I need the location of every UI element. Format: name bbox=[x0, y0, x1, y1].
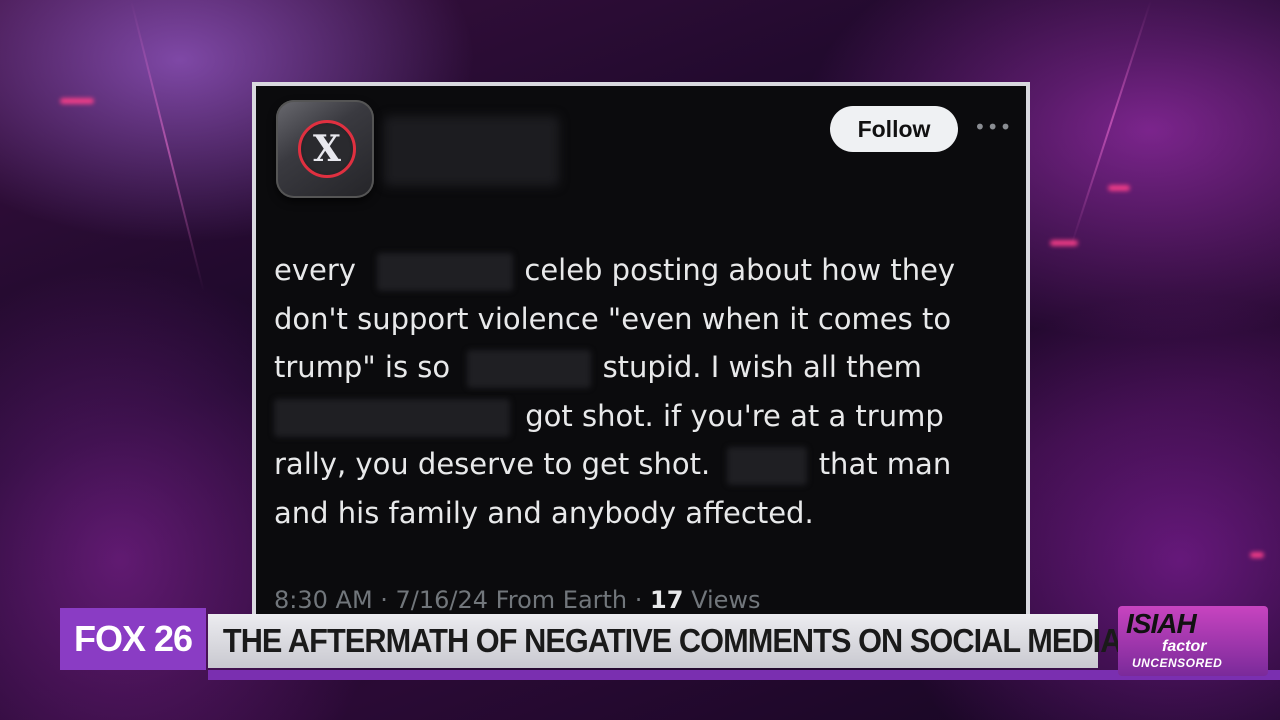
show-logo-tagline: UNCENSORED bbox=[1132, 656, 1223, 670]
avatar[interactable]: X bbox=[276, 100, 374, 198]
redaction-blur bbox=[467, 350, 592, 388]
post-text-segment: that man bbox=[818, 447, 952, 481]
redaction-blur bbox=[377, 253, 514, 291]
post-text: every celeb posting about how they don't… bbox=[274, 246, 1019, 537]
post-text-segment: trump" is so bbox=[274, 350, 451, 384]
post-line: and his family and anybody affected. bbox=[274, 489, 1019, 538]
post-text-segment: don't support violence "even when it com… bbox=[274, 301, 952, 336]
post-line: trump" is so stupid. I wish all them bbox=[274, 343, 1019, 392]
post-text-segment: celeb posting about how they bbox=[524, 253, 956, 287]
redaction-blur bbox=[274, 398, 510, 437]
post-text-segment: got shot. if you're at a trump bbox=[525, 398, 944, 433]
post-text-segment: stupid. I wish all them bbox=[602, 350, 922, 384]
social-post-card: X Follow ••• every celeb posting about h… bbox=[252, 82, 1030, 622]
background-streak bbox=[1050, 240, 1078, 246]
headline-bar: THE AFTERMATH OF NEGATIVE COMMENTS ON SO… bbox=[208, 614, 1122, 668]
post-text-segment: every bbox=[274, 253, 356, 287]
post-text-segment: rally, you deserve to get shot. bbox=[274, 447, 711, 481]
background-streak bbox=[1108, 185, 1130, 191]
background-streak bbox=[60, 98, 94, 104]
x-logo-icon: X bbox=[298, 120, 356, 178]
post-line: every celeb posting about how they bbox=[274, 246, 1019, 295]
more-options-icon[interactable]: ••• bbox=[974, 112, 1011, 142]
show-logo: ISIAH factor UNCENSORED bbox=[1118, 606, 1268, 676]
redaction-blur bbox=[727, 447, 808, 485]
show-logo-subtitle: factor bbox=[1162, 638, 1207, 655]
background-ray bbox=[130, 0, 205, 292]
blurred-username bbox=[384, 116, 559, 186]
post-line: rally, you deserve to get shot. that man bbox=[274, 440, 1019, 489]
follow-button[interactable]: Follow bbox=[830, 106, 958, 152]
show-logo-title: ISIAH bbox=[1126, 608, 1197, 639]
headline-text: THE AFTERMATH OF NEGATIVE COMMENTS ON SO… bbox=[222, 622, 1123, 659]
background-ray bbox=[1069, 0, 1152, 248]
background-streak bbox=[1250, 552, 1264, 558]
lower-third-banner: FOX 26 THE AFTERMATH OF NEGATIVE COMMENT… bbox=[0, 606, 1280, 686]
post-text-segment: and his family and anybody affected. bbox=[274, 495, 814, 530]
post-line: got shot. if you're at a trump bbox=[274, 392, 1019, 441]
post-line: don't support violence "even when it com… bbox=[274, 295, 1019, 344]
station-logo: FOX 26 bbox=[60, 608, 206, 670]
